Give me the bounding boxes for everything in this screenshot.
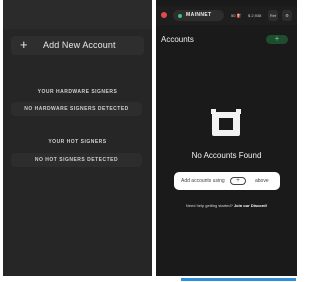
- accounts-title: Accounts: [161, 35, 194, 44]
- no-hardware-signers: NO HARDWARE SIGNERS DETECTED: [11, 102, 142, 116]
- hardware-signers-title: YOUR HARDWARE SIGNERS: [37, 89, 118, 95]
- plus-icon: +: [20, 37, 28, 52]
- add-accounts-hint: Add accounts using + above: [174, 172, 280, 190]
- network-selector[interactable]: MAINNET: [173, 10, 224, 21]
- help-text-label: Need help getting started?: [185, 203, 233, 208]
- no-accounts-title: No Accounts Found: [191, 151, 262, 160]
- add-new-account-label: Add New Account: [43, 40, 116, 50]
- gas-price: 50 ⛽: [231, 13, 242, 18]
- help-text: Need help getting started? Join our Disc…: [156, 203, 297, 208]
- add-new-account-button[interactable]: + Add New Account: [11, 36, 144, 55]
- hint-text-prefix: Add accounts using: [181, 178, 225, 184]
- signer-panel-header: [3, 0, 152, 29]
- toolbar-chip-ref[interactable]: Ref: [268, 10, 278, 21]
- hint-text-suffix: above: [255, 178, 269, 184]
- hot-signers-title: YOUR HOT SIGNERS: [48, 139, 107, 145]
- network-status-icon: [178, 14, 182, 18]
- accounts-panel: MAINNET 50 ⛽ $ 2,938 Ref ⚙ Accounts + No…: [156, 0, 297, 276]
- discord-link[interactable]: Join our Discord!: [234, 203, 267, 208]
- settings-icon[interactable]: ⚙: [282, 10, 292, 21]
- add-account-button[interactable]: +: [266, 35, 288, 44]
- eth-price: $ 2,938: [248, 13, 262, 18]
- frame-logo-icon: [211, 109, 241, 136]
- status-dot[interactable]: [161, 12, 167, 18]
- add-inline-icon: +: [230, 177, 246, 185]
- signer-panel: + Add New Account YOUR HARDWARE SIGNERS …: [3, 0, 152, 276]
- bottom-progress-bar: [181, 278, 296, 281]
- no-hot-signers: NO HOT SIGNERS DETECTED: [11, 153, 142, 167]
- network-toolbar: MAINNET 50 ⛽ $ 2,938 Ref ⚙: [156, 6, 297, 25]
- network-label: MAINNET: [186, 12, 212, 18]
